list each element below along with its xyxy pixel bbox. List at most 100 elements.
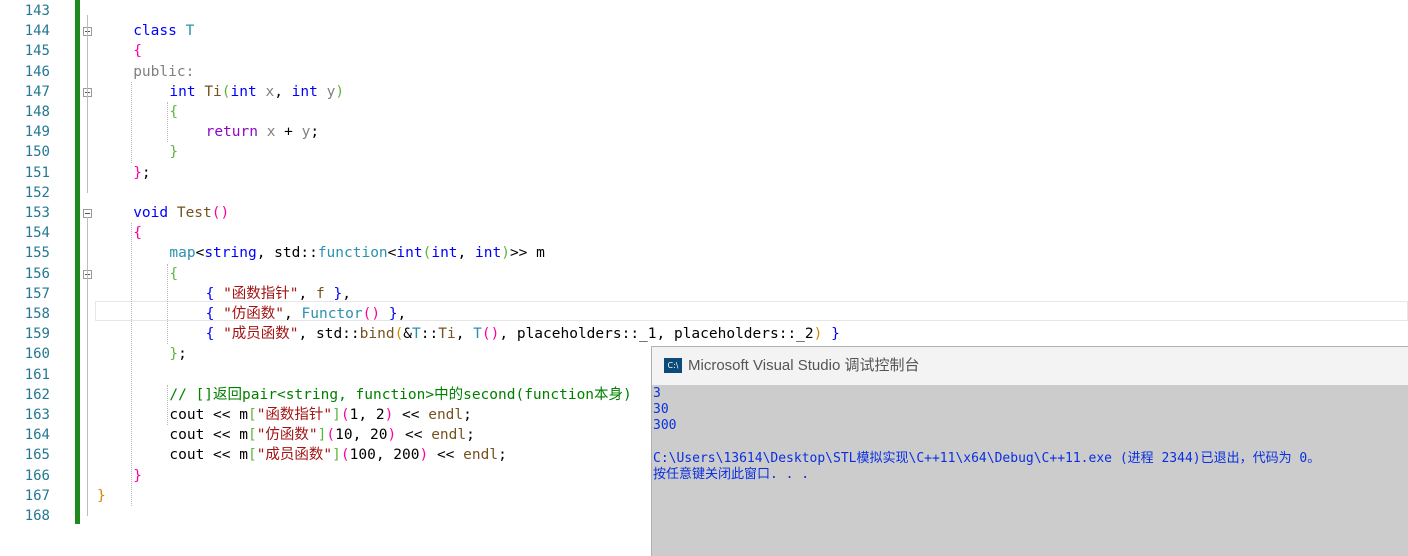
code-line-153[interactable]: 153 void Test() [0,203,1408,223]
code-token: ( [326,427,336,444]
line-number: 157 [24,285,50,302]
console-output-line: 30 [653,402,669,418]
code-token: "仿函数" [223,306,285,322]
code-token: ] [332,407,341,423]
code-token: 1, 2 [349,407,385,423]
line-number: 153 [24,205,50,221]
line-number: 162 [24,386,50,403]
code-line-158[interactable]: 158 { "仿函数", Functor() }, [0,304,1408,324]
code-text: } [133,466,142,486]
code-token: , [397,306,407,322]
line-number: 167 [24,487,50,504]
code-token: ; [463,407,472,423]
console-title: Microsoft Visual Studio 调试控制台 [688,357,920,374]
code-text: } [169,142,178,162]
code-token: ) [387,427,397,444]
code-token: } [133,467,142,484]
code-text: public: [133,62,194,82]
line-number: 147 [24,83,50,100]
line-number: 151 [24,164,50,181]
code-text: }; [169,344,186,364]
code-text: map<string, std::function<int(int, int)>… [169,243,544,263]
code-line-156[interactable]: 156 { [0,264,1408,284]
code-token: [ [247,447,257,464]
code-line-159[interactable]: 159{ "成员函数", std::bind(&T::Ti, T(), plac… [0,324,1408,344]
console-titlebar[interactable]: C:\ Microsoft Visual Studio 调试控制台 [652,347,1408,385]
code-token: 100, 200 [349,447,420,464]
code-token: { [169,265,179,282]
code-token: ; [498,447,507,464]
code-token: << [428,447,464,464]
code-token: , [457,245,476,262]
code-token: map [169,245,196,262]
code-token: Ti [204,83,222,100]
line-number: 144 [24,23,50,40]
code-line-144[interactable]: 144 class T [0,21,1408,41]
code-token: , [274,83,292,100]
code-token: [ [247,427,257,444]
indent-guide [131,223,133,506]
line-number: 148 [24,104,50,120]
code-token: ( [340,407,350,423]
code-token: , [342,285,351,302]
code-token: } [169,144,179,161]
code-token: ( [394,326,404,343]
code-token: ( [340,447,350,464]
code-line-146[interactable]: 146 public: [0,62,1408,82]
code-token: ) [501,245,510,262]
code-line-154[interactable]: 154 { [0,223,1408,243]
code-token: "成员函数" [223,326,299,343]
code-line-145[interactable]: 145 { [0,41,1408,61]
code-token: , [284,306,302,322]
code-line-155[interactable]: 155 map<string, std::function<int(int, in… [0,243,1408,263]
line-number: 143 [24,3,50,19]
line-number: 146 [24,63,50,80]
code-token: return [205,124,258,141]
code-token: + [275,124,302,141]
code-line-147[interactable]: 147 int Ti(int x, int y) [0,82,1408,102]
code-text: { [133,223,142,243]
code-line-150[interactable]: 150} [0,142,1408,162]
console-output-line: 300 [653,418,677,434]
code-line-152[interactable]: 152 [0,183,1408,203]
code-token: Test [176,205,212,221]
code-token: Functor [301,306,363,322]
code-token: ( [221,83,231,100]
code-token: endl [431,427,467,444]
code-token: } [97,487,106,504]
code-line-149[interactable]: 149 return x + y; [0,122,1408,142]
code-line-143[interactable]: 143 [0,1,1408,21]
code-token: m [239,427,248,444]
line-number: 154 [24,225,50,242]
code-token: int [169,83,196,100]
code-line-148[interactable]: 148 { [0,102,1408,122]
indent-guide [167,263,169,345]
code-token: ; [466,427,475,444]
code-token: & [403,326,413,343]
fold-region-line [87,15,88,193]
code-text: // []返回pair<string, function>中的second(fu… [169,385,631,405]
line-number: 158 [24,306,50,322]
code-token: void [133,205,169,221]
code-token: function [317,245,388,262]
code-token: cout << [169,407,240,423]
code-token: x [265,83,275,100]
code-token: Ti [438,326,456,343]
code-token: "仿函数" [256,427,318,444]
code-token: "函数指针" [223,285,299,302]
code-token: int [230,83,257,100]
code-line-151[interactable]: 151}; [0,163,1408,183]
code-token: } [169,346,179,363]
code-text: { "成员函数", std::bind(&T::Ti, T(), placeho… [206,324,840,344]
indent-guide [167,384,169,426]
debug-console-window[interactable]: C:\ Microsoft Visual Studio 调试控制台 3 30 300… [651,346,1408,556]
code-token: bind [359,326,395,343]
line-number: 149 [24,124,50,141]
code-token: , std:: [256,245,318,262]
code-token: >> m [509,245,545,262]
line-number: 161 [24,366,50,383]
code-line-157[interactable]: 157 { "函数指针", f }, [0,284,1408,304]
